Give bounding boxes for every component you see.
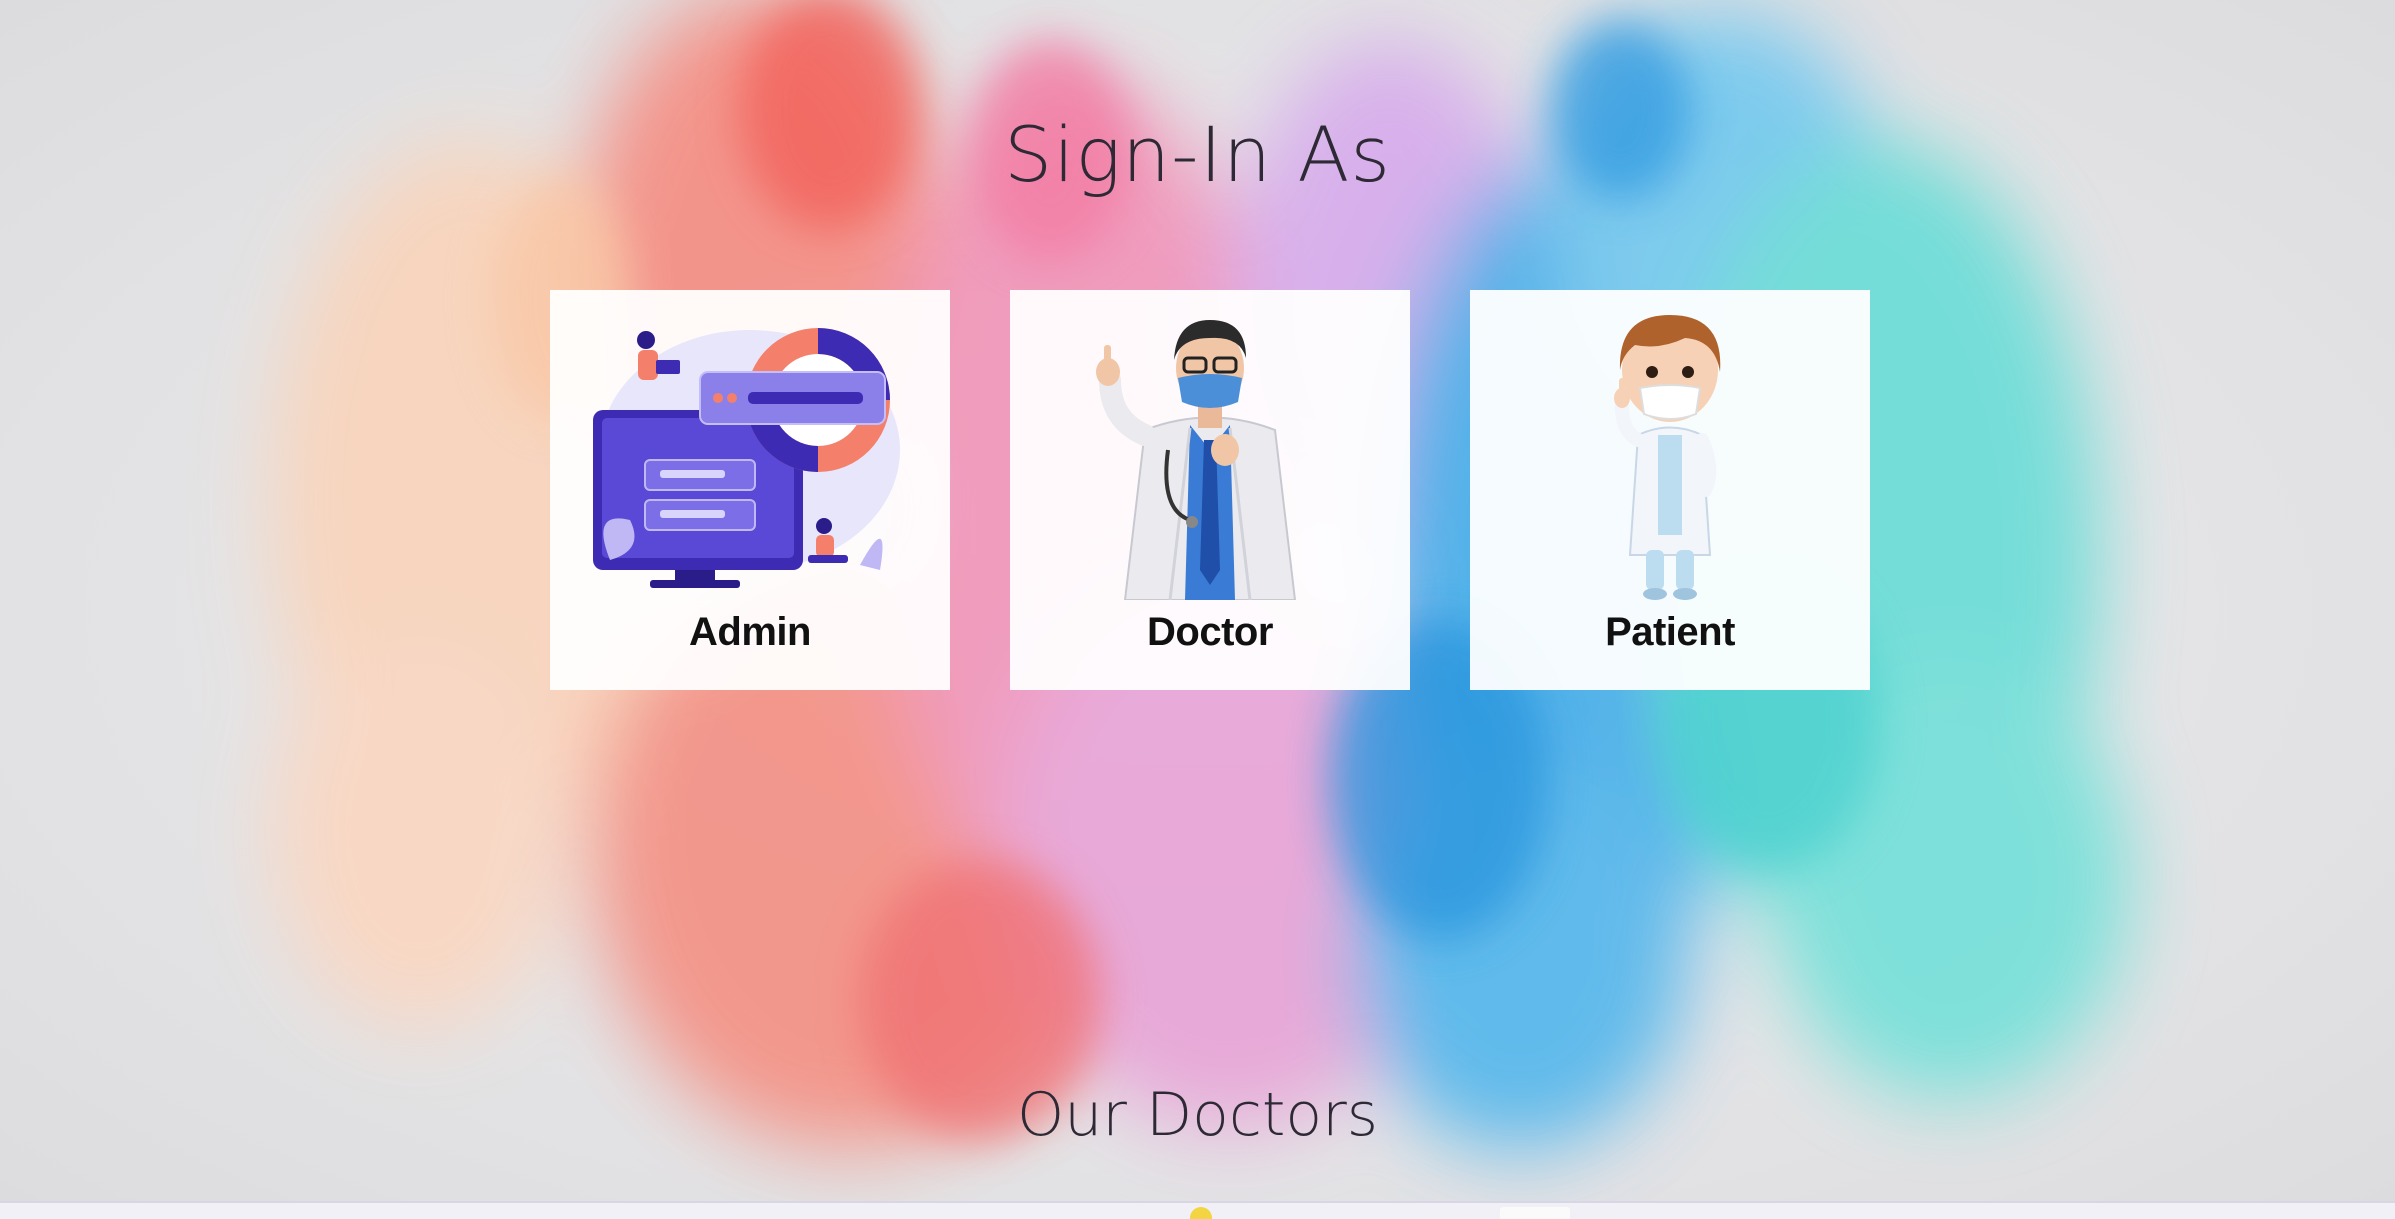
admin-label: Admin [689, 610, 811, 654]
patient-illustration-icon [1510, 310, 1830, 600]
doctor-label: Doctor [1147, 610, 1273, 654]
bottom-edge-strip [0, 1201, 2395, 1219]
admin-role-card[interactable]: Admin [550, 290, 950, 690]
admin-illustration-icon [590, 310, 910, 600]
doctor-illustration-icon [1050, 310, 1370, 601]
role-cards: Admin Doctor Patient [550, 290, 1870, 690]
doctor-role-card[interactable]: Doctor [1010, 290, 1410, 690]
bottom-tab-edge [1500, 1207, 1570, 1219]
our-doctors-heading: Our Doctors [1016, 1080, 1379, 1150]
patient-role-card[interactable]: Patient [1470, 290, 1870, 690]
page-title: Sign-In As [1004, 110, 1391, 199]
yellow-indicator-icon [1190, 1207, 1212, 1219]
patient-label: Patient [1605, 610, 1735, 654]
